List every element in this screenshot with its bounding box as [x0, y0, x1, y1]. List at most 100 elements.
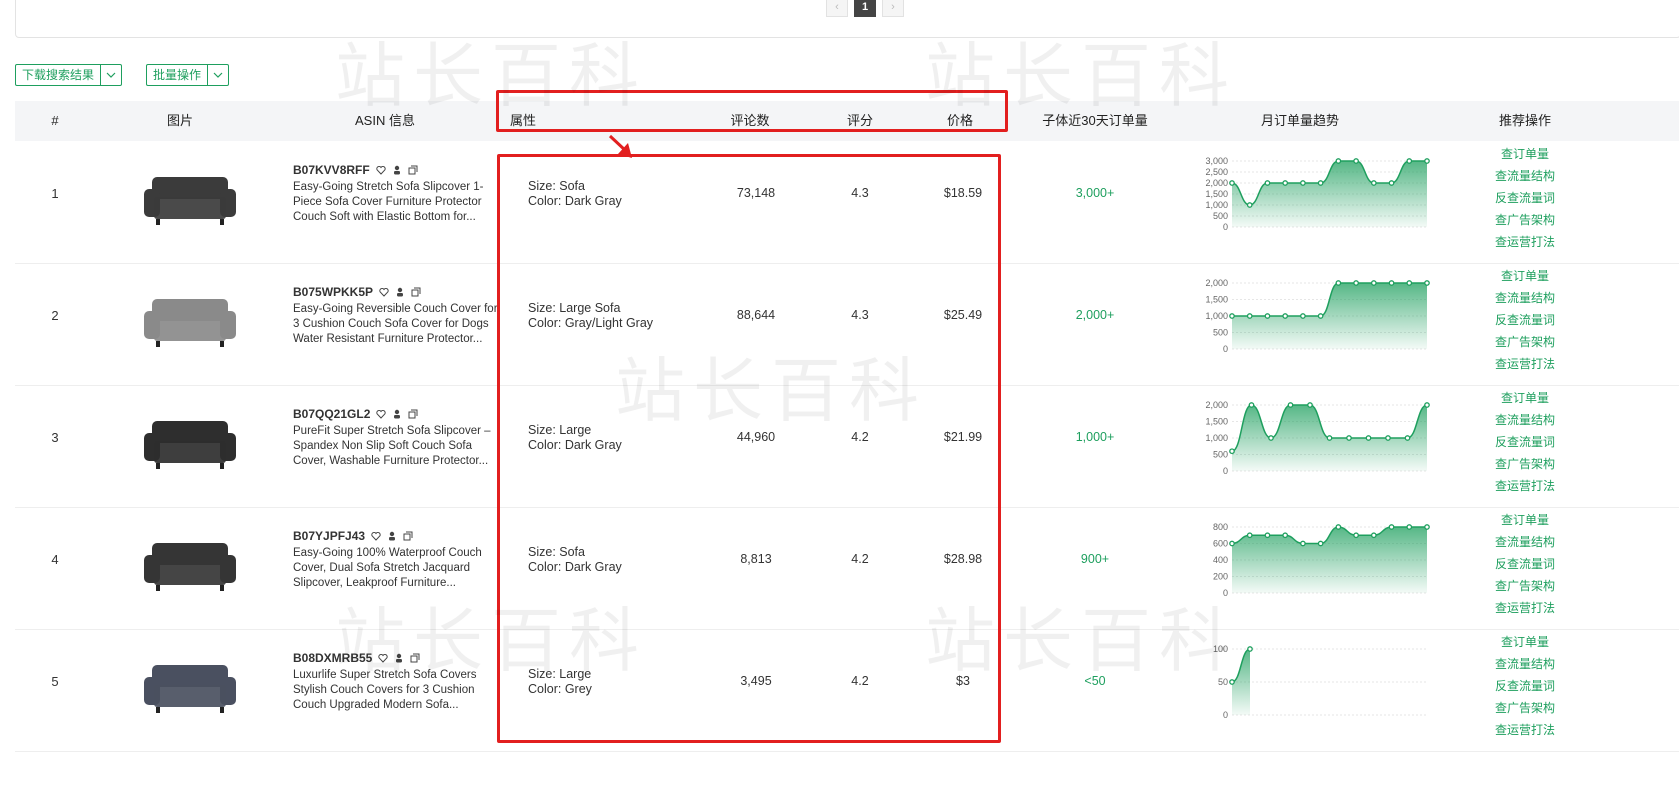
user-icon[interactable] [395, 287, 405, 297]
trend-point [1229, 679, 1235, 685]
trend-y-tick: 100 [1213, 644, 1228, 654]
trend-point [1300, 313, 1306, 319]
action-link[interactable]: 反查流量词 [1470, 187, 1580, 209]
product-title-line[interactable]: Slipcover, Leakproof Furniture... [293, 576, 521, 591]
action-link[interactable]: 查流量结构 [1470, 287, 1580, 309]
download-results-button[interactable]: 下载搜索结果 [15, 64, 123, 86]
trend-point [1388, 280, 1395, 286]
row-index: 5 [51, 674, 59, 689]
action-link[interactable]: 查订单量 [1470, 143, 1580, 165]
heart-icon[interactable] [371, 531, 381, 541]
product-title-line[interactable]: Easy-Going 100% Waterproof Couch [293, 546, 521, 561]
asin-code[interactable]: B07KVV8RFF [293, 163, 370, 177]
asin-code[interactable]: B07QQ21GL2 [293, 407, 370, 421]
product-image[interactable] [140, 537, 240, 593]
asin-code[interactable]: B07YJPFJ43 [293, 529, 365, 543]
copy-icon[interactable] [408, 409, 418, 419]
highlight-body-box [497, 154, 1001, 743]
trend-point [1424, 524, 1430, 530]
action-link[interactable]: 查广告架构 [1470, 697, 1580, 719]
heart-icon[interactable] [376, 409, 387, 419]
action-link[interactable]: 查广告架构 [1470, 453, 1580, 475]
action-link[interactable]: 查流量结构 [1470, 653, 1580, 675]
product-title-line[interactable]: Couch Upgraded Modern Sofa... [293, 698, 521, 713]
asin-info: B07KVV8RFF Easy-Going Stretch Sofa Slipc… [293, 163, 521, 225]
pager-prev-button[interactable]: ‹ [826, 0, 848, 17]
action-link[interactable]: 反查流量词 [1470, 431, 1580, 453]
chevron-down-icon[interactable] [207, 65, 228, 85]
action-link[interactable]: 查订单量 [1470, 387, 1580, 409]
trend-point [1229, 180, 1235, 186]
product-title-line[interactable]: Spandex Non Slip Soft Couch Sofa [293, 439, 521, 454]
heart-icon[interactable] [379, 287, 389, 297]
monthly-order-trend-chart[interactable]: 2,000 1,500 1,000 500 0 [1187, 399, 1437, 479]
action-link[interactable]: 反查流量词 [1470, 309, 1580, 331]
product-title-line[interactable]: Piece Sofa Cover Furniture Protector [293, 195, 521, 210]
action-link[interactable]: 查流量结构 [1470, 165, 1580, 187]
product-image[interactable] [140, 293, 240, 349]
user-icon[interactable] [387, 531, 397, 541]
trend-y-tick: 2,000 [1205, 278, 1228, 288]
action-link[interactable]: 查广告架构 [1470, 331, 1580, 353]
monthly-order-trend-chart[interactable]: 3,0002,5002,0001,5001,0005000 [1187, 155, 1437, 235]
pager-current-page[interactable]: 1 [854, 0, 876, 17]
copy-icon[interactable] [411, 287, 421, 297]
asin-code[interactable]: B08DXMRB55 [293, 651, 372, 665]
trend-y-tick: 500 [1213, 328, 1228, 338]
action-link[interactable]: 查运营打法 [1470, 353, 1580, 375]
trend-point [1317, 180, 1324, 186]
trend-point [1406, 524, 1413, 530]
product-title-line[interactable]: PureFit Super Stretch Sofa Slipcover – [293, 424, 521, 439]
user-icon[interactable] [392, 165, 402, 175]
action-link[interactable]: 反查流量词 [1470, 675, 1580, 697]
product-image[interactable] [140, 415, 240, 471]
asin-info: B07YJPFJ43 Easy-Going 100% Waterproof Co… [293, 529, 521, 591]
trend-point [1385, 435, 1391, 441]
copy-icon[interactable] [403, 531, 413, 541]
copy-icon[interactable] [408, 165, 418, 175]
asin-info: B08DXMRB55 Luxurlife Super Stretch Sofa … [293, 651, 521, 713]
product-image[interactable] [140, 171, 240, 227]
action-link[interactable]: 查流量结构 [1470, 409, 1580, 431]
monthly-order-trend-chart[interactable]: 2,000 1,500 1,000 500 0 [1187, 277, 1437, 357]
action-link[interactable]: 反查流量词 [1470, 553, 1580, 575]
monthly-order-trend-chart[interactable]: 800 600 400 200 0 [1187, 521, 1437, 601]
chevron-down-icon[interactable] [100, 65, 121, 85]
action-link[interactable]: 查流量结构 [1470, 531, 1580, 553]
product-title-line[interactable]: Cover, Washable Furniture Protector... [293, 454, 521, 469]
action-link[interactable]: 查订单量 [1470, 509, 1580, 531]
action-link[interactable]: 查运营打法 [1470, 231, 1580, 253]
product-title-line[interactable]: Easy-Going Reversible Couch Cover for [293, 302, 521, 317]
action-link[interactable]: 查运营打法 [1470, 719, 1580, 741]
product-title-line[interactable]: Water Resistant Furniture Protector... [293, 332, 521, 347]
product-title-line[interactable]: 3 Cushion Couch Sofa Cover for Dogs [293, 317, 521, 332]
user-icon[interactable] [394, 653, 404, 663]
product-title-line[interactable]: Cover, Dual Sofa Stretch Jacquard [293, 561, 521, 576]
action-link[interactable]: 查广告架构 [1470, 575, 1580, 597]
action-link[interactable]: 查运营打法 [1470, 475, 1580, 497]
batch-operations-button[interactable]: 批量操作 [146, 64, 230, 86]
product-title-line[interactable]: Couch Soft with Elastic Bottom for... [293, 210, 521, 225]
trend-point [1404, 435, 1411, 441]
action-link[interactable]: 查运营打法 [1470, 597, 1580, 619]
action-link[interactable]: 查订单量 [1470, 631, 1580, 653]
asin-code[interactable]: B075WPKK5P [293, 285, 373, 299]
pager-next-button[interactable]: › [882, 0, 904, 17]
heart-icon[interactable] [376, 165, 386, 175]
trend-y-tick: 0 [1223, 344, 1228, 354]
copy-icon[interactable] [410, 653, 420, 663]
trend-y-tick: 800 [1213, 522, 1228, 532]
product-title-line[interactable]: Stylish Couch Covers for 3 Cushion [293, 683, 521, 698]
user-icon[interactable] [392, 409, 402, 419]
monthly-order-trend-chart[interactable]: 100 50 0 [1187, 643, 1437, 723]
product-image[interactable] [140, 659, 240, 715]
heart-icon[interactable] [378, 653, 389, 663]
trend-point [1268, 435, 1274, 441]
product-title-line[interactable]: Luxurlife Super Stretch Sofa Covers [293, 668, 521, 683]
action-link[interactable]: 查订单量 [1470, 265, 1580, 287]
action-link[interactable]: 查广告架构 [1470, 209, 1580, 231]
trend-y-tick: 2,000 [1205, 400, 1228, 410]
row-index: 1 [51, 186, 59, 201]
product-title-line[interactable]: Easy-Going Stretch Sofa Slipcover 1- [293, 180, 521, 195]
trend-y-tick: 1,000 [1205, 433, 1228, 443]
